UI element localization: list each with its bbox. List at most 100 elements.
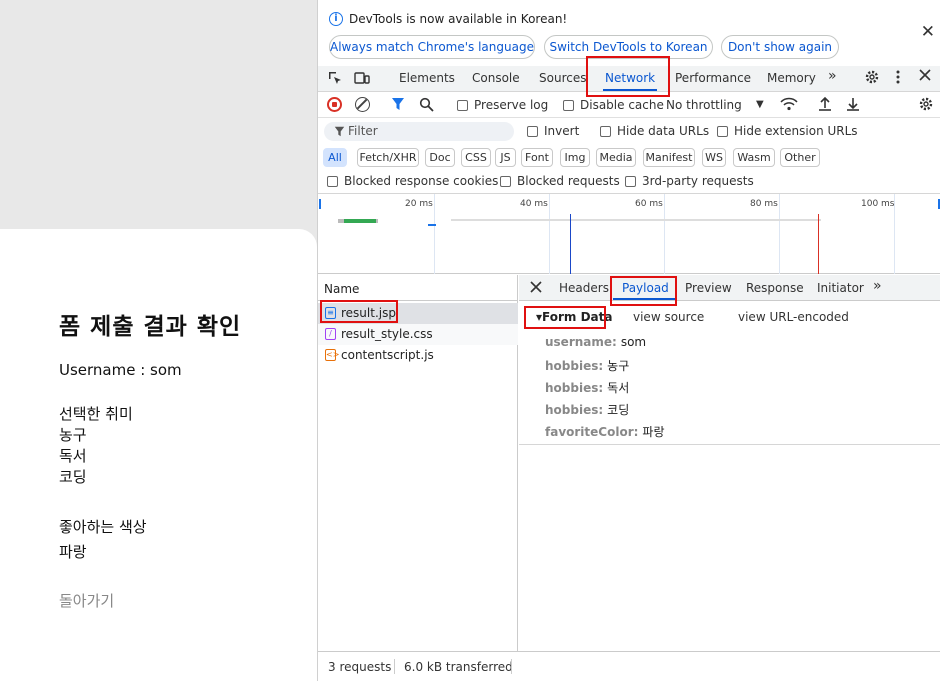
infobar-message: DevTools is now available in Korean! [349, 12, 568, 26]
result-jsp-highlight [320, 300, 398, 323]
type-filter-img[interactable]: Img [560, 148, 590, 167]
type-filter-font[interactable]: Font [521, 148, 553, 167]
clear-icon[interactable] [355, 97, 370, 112]
hobby-item: 농구 [59, 426, 87, 444]
tab-preview[interactable]: Preview [685, 281, 732, 295]
network-overview-timeline[interactable]: 20 ms 40 ms 60 ms 80 ms 100 ms [318, 194, 940, 274]
detail-tabbar: Headers Payload Preview Response Initiat… [519, 275, 940, 301]
type-filter-media[interactable]: Media [596, 148, 636, 167]
network-tab-highlight [586, 56, 670, 97]
name-column-header[interactable]: Name [324, 282, 359, 296]
close-icon[interactable]: ✕ [921, 22, 935, 42]
disable-cache-label: Disable cache [580, 98, 664, 112]
request-bar [428, 224, 436, 226]
form-field-value: 파랑 [642, 425, 665, 439]
view-source-link[interactable]: view source [633, 310, 704, 324]
timeline-gridline [779, 194, 780, 274]
tab-elements[interactable]: Elements [399, 71, 455, 85]
blocked-requests-checkbox[interactable] [500, 176, 511, 187]
filter-icon [334, 125, 345, 141]
type-filter-fetch[interactable]: Fetch/XHR [357, 148, 419, 167]
hobby-item: 독서 [59, 447, 87, 465]
blocked-requests-label: Blocked requests [517, 174, 620, 188]
timeline-gridline [664, 194, 665, 274]
form-field-row: username: som [545, 335, 646, 349]
disable-cache-checkbox[interactable] [563, 100, 574, 111]
overview-window-handle[interactable] [319, 199, 321, 209]
inspect-element-icon[interactable] [327, 70, 343, 90]
blocked-cookies-label: Blocked response cookies [344, 174, 499, 188]
third-party-checkbox[interactable] [625, 176, 636, 187]
invert-checkbox[interactable] [527, 126, 538, 137]
hobbies-heading: 선택한 취미 [59, 405, 133, 423]
tab-headers[interactable]: Headers [559, 281, 609, 295]
search-icon[interactable] [419, 97, 434, 116]
username-line: Username : som [59, 361, 182, 379]
preserve-log-checkbox[interactable] [457, 100, 468, 111]
network-status-bar: 3 requests 6.0 kB transferred [318, 651, 940, 681]
download-icon[interactable] [846, 96, 860, 116]
request-row-js[interactable]: <> contentscript.js [318, 345, 518, 366]
filter-funnel-icon[interactable] [391, 97, 405, 115]
request-bar [451, 219, 821, 221]
close-detail-icon[interactable] [530, 281, 542, 297]
type-filter-wasm[interactable]: Wasm [733, 148, 775, 167]
type-filter-css[interactable]: CSS [461, 148, 491, 167]
network-settings-icon[interactable] [918, 96, 934, 116]
request-list-header: Name [318, 275, 518, 301]
type-filter-ws[interactable]: WS [702, 148, 726, 167]
blocked-cookies-checkbox[interactable] [327, 176, 338, 187]
tab-response[interactable]: Response [746, 281, 804, 295]
type-filter-doc[interactable]: Doc [425, 148, 455, 167]
more-tabs-icon[interactable]: » [828, 68, 837, 84]
kebab-menu-icon[interactable] [894, 69, 902, 89]
hide-extension-urls-checkbox[interactable] [717, 126, 728, 137]
timeline-tick: 60 ms [635, 199, 663, 209]
match-language-button[interactable]: Always match Chrome's language [329, 35, 535, 59]
form-field-value: som [620, 335, 647, 349]
gear-icon[interactable] [864, 69, 880, 89]
network-conditions-icon[interactable] [780, 97, 798, 116]
request-bar [344, 219, 376, 223]
request-name: contentscript.js [341, 348, 434, 362]
color-heading: 좋아하는 색상 [59, 518, 147, 536]
more-tabs-icon[interactable]: » [873, 278, 882, 294]
dom-content-loaded-line [570, 214, 571, 274]
form-field-row: hobbies: 농구 [545, 357, 629, 374]
script-icon: <> [325, 349, 340, 361]
type-filter-manifest[interactable]: Manifest [643, 148, 695, 167]
invert-label: Invert [544, 124, 580, 138]
chevron-down-icon[interactable]: ▼ [756, 99, 764, 110]
view-url-encoded-link[interactable]: view URL-encoded [738, 310, 849, 324]
tab-console[interactable]: Console [472, 71, 520, 85]
divider [394, 659, 395, 674]
timeline-tick: 80 ms [750, 199, 778, 209]
timeline-gridline [434, 194, 435, 274]
record-icon[interactable] [327, 97, 342, 112]
request-name: result_style.css [341, 327, 433, 341]
tab-performance[interactable]: Performance [675, 71, 751, 85]
timeline-gridline [549, 194, 550, 274]
extra-filters: Blocked response cookies Blocked request… [318, 170, 940, 194]
form-field-key: hobbies: [545, 359, 604, 373]
upload-icon[interactable] [818, 96, 832, 116]
form-field-row: hobbies: 독서 [545, 379, 629, 396]
tab-memory[interactable]: Memory [767, 71, 816, 85]
result-page: 폼 제출 결과 확인 Username : som 선택한 취미 농구 독서 코… [0, 229, 317, 681]
throttling-select[interactable]: No throttling [666, 98, 742, 112]
load-event-line [818, 214, 819, 274]
dont-show-again-button[interactable]: Don't show again [721, 35, 839, 59]
transferred-size: 6.0 kB transferred [404, 660, 513, 674]
hide-data-urls-checkbox[interactable] [600, 126, 611, 137]
device-toolbar-icon[interactable] [354, 70, 370, 90]
type-filter-all[interactable]: All [323, 148, 347, 167]
tab-initiator[interactable]: Initiator [817, 281, 864, 295]
close-devtools-icon[interactable] [918, 68, 932, 86]
tab-sources[interactable]: Sources [539, 71, 586, 85]
back-link[interactable]: 돌아가기 [59, 590, 114, 611]
form-field-row: hobbies: 코딩 [545, 401, 629, 418]
type-filter-js[interactable]: JS [495, 148, 516, 167]
type-filter-other[interactable]: Other [780, 148, 820, 167]
request-row-css[interactable]: / result_style.css [318, 324, 518, 345]
payload-tab-highlight [610, 276, 677, 306]
